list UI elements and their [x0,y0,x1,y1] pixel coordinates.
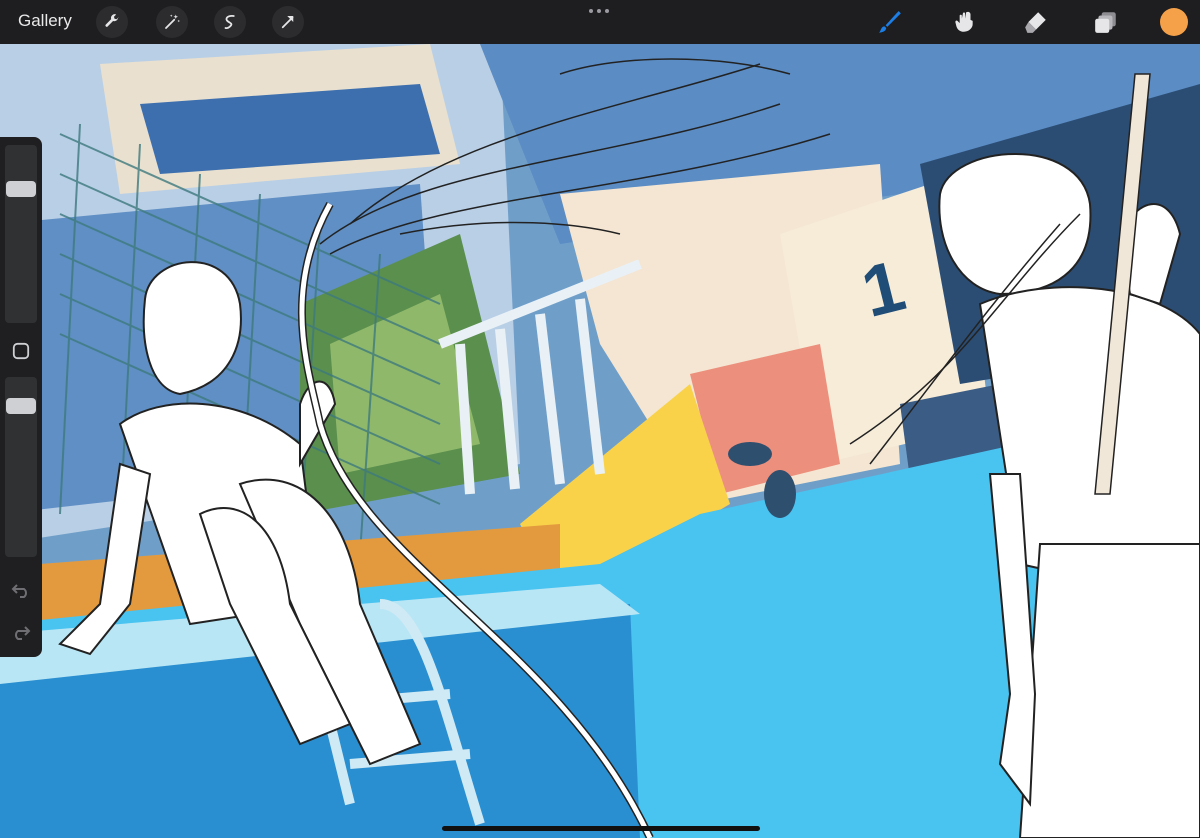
selection-icon [224,15,235,30]
shoe [764,470,796,518]
shoe [728,442,772,466]
drawing-canvas[interactable]: 1 [0,44,1200,838]
actions-button[interactable] [96,6,128,38]
brush-icon [879,11,901,33]
brush-tool-button[interactable] [874,6,906,38]
dot [597,9,601,13]
smudge-tool-button[interactable] [948,6,980,38]
eraser-icon [1025,12,1046,33]
transform-button[interactable] [272,6,304,38]
smudge-icon [955,11,973,32]
top-toolbar: Gallery [0,0,1200,44]
wrench-icon [105,14,119,27]
brush-size-slider[interactable] [5,145,37,323]
magic-wand-icon [165,14,181,29]
left-sidebar [0,137,42,657]
procreate-app: Gallery 1 [0,0,1200,838]
gallery-button[interactable]: Gallery [18,11,72,31]
current-color-swatch[interactable] [1160,8,1188,36]
home-indicator[interactable] [442,826,760,831]
undo-icon[interactable] [11,579,31,599]
adjustments-button[interactable] [156,6,188,38]
brush-size-thumb[interactable] [6,181,36,197]
dot [605,9,609,13]
opacity-slider[interactable] [5,377,37,557]
layers-button[interactable] [1090,6,1122,38]
opacity-thumb[interactable] [6,398,36,414]
selection-button[interactable] [214,6,246,38]
redo-icon[interactable] [11,621,31,641]
transform-arrow-icon [281,16,294,29]
more-options-handle[interactable] [587,4,611,18]
modify-square-icon[interactable] [12,342,30,360]
eraser-tool-button[interactable] [1020,6,1052,38]
dot [589,9,593,13]
layers-icon [1095,12,1116,33]
